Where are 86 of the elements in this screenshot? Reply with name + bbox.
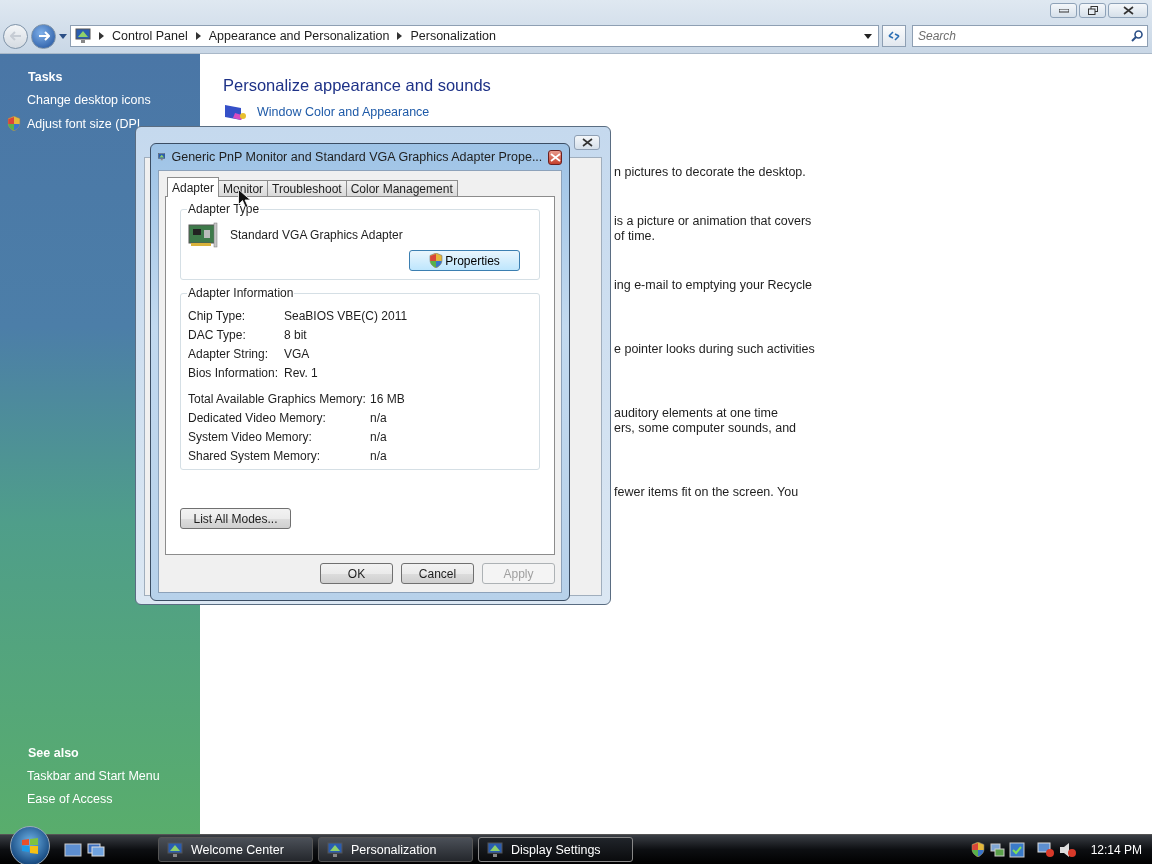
description-text: ers, some computer sounds, and (614, 421, 798, 436)
dialog-button[interactable]: OK (320, 563, 393, 584)
tasks-heading: Tasks (27, 70, 64, 84)
close-icon (581, 138, 593, 147)
task-link[interactable]: Adjust font size (DPI (27, 116, 141, 131)
dialog-title: Generic PnP Monitor and Standard VGA Graphics Adapter Prope... (171, 150, 543, 164)
page-title: Personalize appearance and sounds (223, 76, 492, 95)
show-desktop-icon[interactable] (64, 842, 82, 857)
window-icon (327, 841, 343, 858)
window-color-link[interactable]: Window Color and Appearance (257, 105, 430, 119)
taskbar-button[interactable]: Personalization (318, 837, 473, 862)
breadcrumb-item[interactable]: Personalization (410, 29, 496, 43)
description-text: e pointer looks during such activities (614, 342, 816, 357)
info-label: Chip Type: (188, 309, 247, 323)
network-icon[interactable] (988, 841, 1005, 858)
memory-value: 16 MB (370, 392, 406, 406)
dropdown-arrow-icon[interactable] (864, 33, 872, 39)
window-icon (487, 841, 503, 858)
properties-button[interactable]: Properties (409, 250, 520, 271)
restore-button[interactable] (1079, 3, 1106, 18)
shield-icon (7, 116, 21, 131)
close-button[interactable] (548, 149, 562, 165)
breadcrumb-arrow-icon[interactable] (99, 32, 104, 40)
memory-label: System Video Memory: (188, 430, 313, 444)
back-arrow-icon (9, 31, 22, 41)
network-disconnected-icon[interactable] (1036, 841, 1055, 858)
recent-pages-icon[interactable] (59, 33, 67, 39)
volume-muted-icon[interactable] (1058, 841, 1077, 858)
group-legend: Adapter Information (187, 286, 295, 300)
breadcrumb-arrow-icon[interactable] (397, 32, 403, 40)
list-all-modes-button[interactable]: List All Modes... (180, 508, 291, 529)
minimize-icon (1058, 8, 1069, 13)
tab[interactable]: Adapter (167, 177, 220, 197)
control-panel-icon (75, 28, 91, 44)
task-link[interactable]: Change desktop icons (27, 93, 151, 107)
tab[interactable]: Troubleshoot (267, 180, 347, 197)
close-button[interactable] (574, 135, 600, 150)
description-text: ing e-mail to emptying your Recycle (614, 278, 813, 293)
memory-label: Total Available Graphics Memory: (188, 392, 366, 406)
search-field[interactable]: Search (912, 25, 1148, 47)
memory-label: Shared System Memory: (188, 449, 322, 463)
description-text: auditory elements at one time (614, 406, 779, 421)
description-text: of time. (614, 229, 656, 244)
memory-value: n/a (370, 430, 388, 444)
forward-button[interactable] (31, 23, 56, 49)
group-legend: Adapter Type (187, 202, 261, 216)
info-label: Bios Information: (188, 366, 280, 380)
search-icon[interactable] (1131, 30, 1143, 42)
graphics-card-icon (188, 222, 218, 248)
breadcrumb-item[interactable]: Appearance and Personalization (208, 29, 390, 43)
windows-logo-icon (21, 836, 39, 855)
update-icon[interactable] (1008, 841, 1025, 858)
memory-value: n/a (370, 411, 388, 425)
dialog-button[interactable]: Cancel (401, 563, 474, 584)
breadcrumb-item[interactable]: Control Panel (112, 29, 188, 43)
window-color-icon (223, 103, 247, 121)
clock[interactable]: 12:14 PM (1090, 842, 1142, 857)
breadcrumb-arrow-icon[interactable] (195, 32, 201, 40)
refresh-icon (887, 30, 901, 42)
info-value: 8 bit (284, 328, 308, 342)
taskbar-button[interactable]: Display Settings (478, 837, 633, 862)
see-also-heading: See also (27, 746, 80, 760)
taskbar-button[interactable]: Welcome Center (158, 837, 313, 862)
forward-arrow-icon (37, 31, 50, 41)
close-button[interactable] (1108, 3, 1148, 18)
memory-label: Dedicated Video Memory: (188, 411, 327, 425)
info-label: DAC Type: (188, 328, 247, 342)
memory-value: n/a (370, 449, 388, 463)
adapter-name: Standard VGA Graphics Adapter (230, 228, 403, 242)
refresh-button[interactable] (882, 25, 906, 47)
description-text: fewer items fit on the screen. You (614, 485, 800, 500)
restore-icon (1087, 6, 1098, 15)
address-bar[interactable]: Control Panel Appearance and Personalization Personalization (70, 25, 879, 47)
close-icon (549, 152, 561, 162)
info-value: SeaBIOS VBE(C) 2011 (284, 309, 409, 323)
close-icon (1122, 6, 1134, 15)
description-text: n pictures to decorate the desktop. (614, 165, 807, 180)
shield-icon (429, 253, 444, 268)
description-text: is a picture or animation that covers (614, 214, 813, 229)
switch-windows-icon[interactable] (87, 842, 105, 857)
security-shield-icon (970, 842, 985, 857)
info-label: Adapter String: (188, 347, 270, 361)
info-value: VGA (284, 347, 311, 361)
tab[interactable]: Color Management (345, 180, 458, 197)
window-icon (167, 841, 183, 858)
info-value: Rev. 1 (284, 366, 319, 380)
